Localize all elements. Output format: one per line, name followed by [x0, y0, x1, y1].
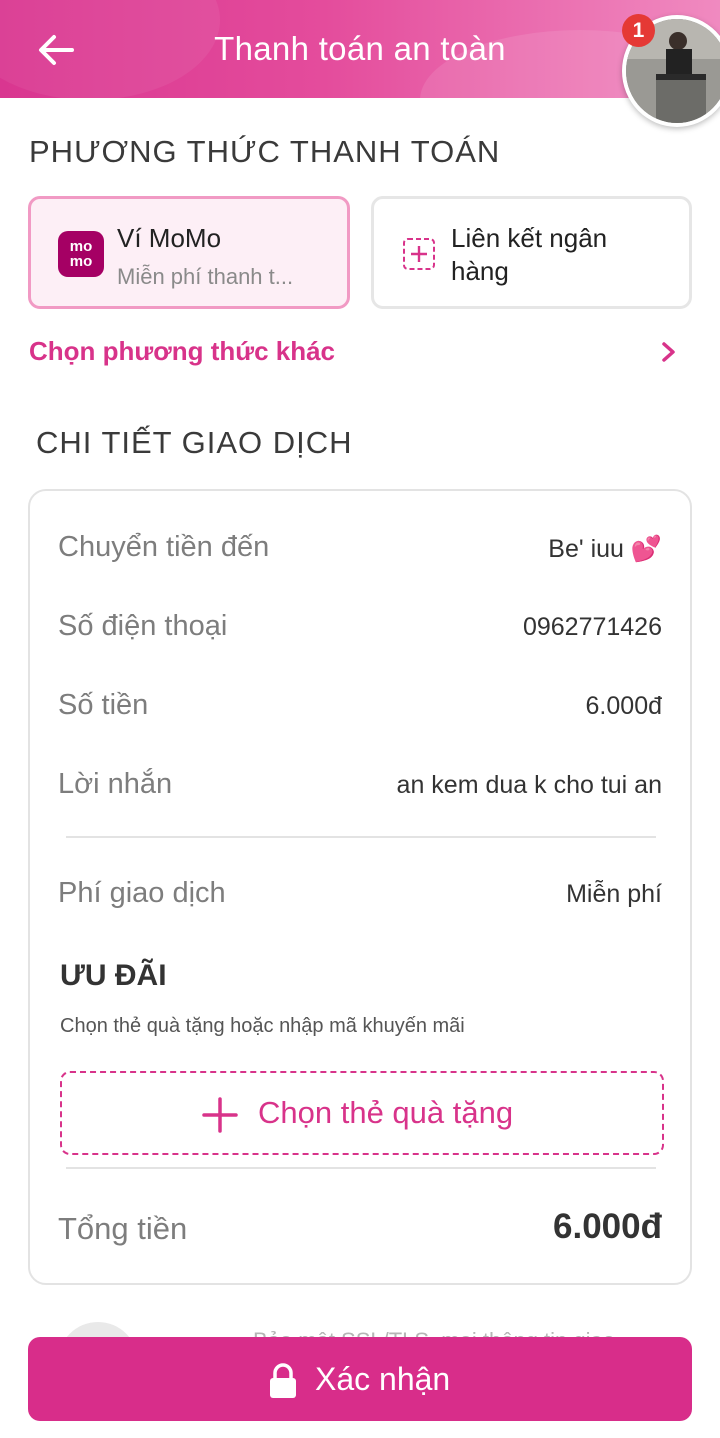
fee-label: Phí giao dịch	[58, 877, 226, 909]
transaction-details-title: CHI TIẾT GIAO DỊCH	[36, 425, 353, 460]
message-label: Lời nhắn	[58, 768, 173, 800]
total-value: 6.000đ	[553, 1207, 662, 1246]
amount-value: 6.000đ	[585, 692, 662, 720]
fee-value: Miễn phí	[566, 880, 662, 908]
chevron-right-icon[interactable]	[658, 340, 680, 364]
momo-logo-icon: mo mo	[58, 231, 104, 277]
total-label: Tổng tiền	[58, 1211, 188, 1246]
phone-label: Số điện thoại	[58, 610, 228, 642]
message-value: an kem dua k cho tui an	[396, 771, 662, 799]
notification-badge: 1	[622, 14, 655, 47]
phone-value: 0962771426	[522, 613, 662, 641]
link-bank-title-line2: hàng	[451, 256, 509, 286]
momo-title: Ví MoMo	[117, 223, 222, 253]
momo-subtitle: Miễn phí thanh t...	[117, 264, 294, 289]
promo-title: ƯU ĐÃI	[60, 959, 167, 992]
transaction-detail-card: Chuyển tiền đến Be' iuu 💕 Số điện thoại …	[28, 489, 692, 1285]
confirm-label: Xác nhận	[315, 1361, 451, 1397]
divider	[66, 1167, 656, 1169]
momo-wallet-option[interactable]: mo mo Ví MoMo Miễn phí thanh t...	[28, 196, 350, 309]
link-bank-option[interactable]: Liên kết ngân hàng	[371, 196, 692, 309]
lock-icon	[270, 1363, 296, 1398]
promo-subtitle: Chọn thẻ quà tặng hoặc nhập mã khuyến mã…	[60, 1015, 465, 1037]
recipient-label: Chuyển tiền đến	[58, 531, 270, 563]
plus-icon	[202, 1097, 238, 1133]
payment-methods-title: PHƯƠNG THỨC THANH TOÁN	[29, 134, 501, 169]
page-title: Thanh toán an toàn	[214, 30, 506, 67]
gift-button-label: Chọn thẻ quà tặng	[258, 1095, 514, 1130]
app-header: Thanh toán an toàn	[0, 0, 720, 98]
divider	[66, 836, 656, 838]
choose-gift-card-button[interactable]: Chọn thẻ quà tặng	[60, 1071, 664, 1155]
amount-label: Số tiền	[58, 689, 149, 721]
plus-square-icon	[403, 238, 435, 270]
other-method-link[interactable]: Chọn phương thức khác	[29, 336, 335, 367]
link-bank-title-line1: Liên kết ngân	[451, 223, 608, 253]
recipient-value: Be' iuu 💕	[548, 535, 662, 563]
confirm-button[interactable]: Xác nhận	[28, 1337, 692, 1421]
